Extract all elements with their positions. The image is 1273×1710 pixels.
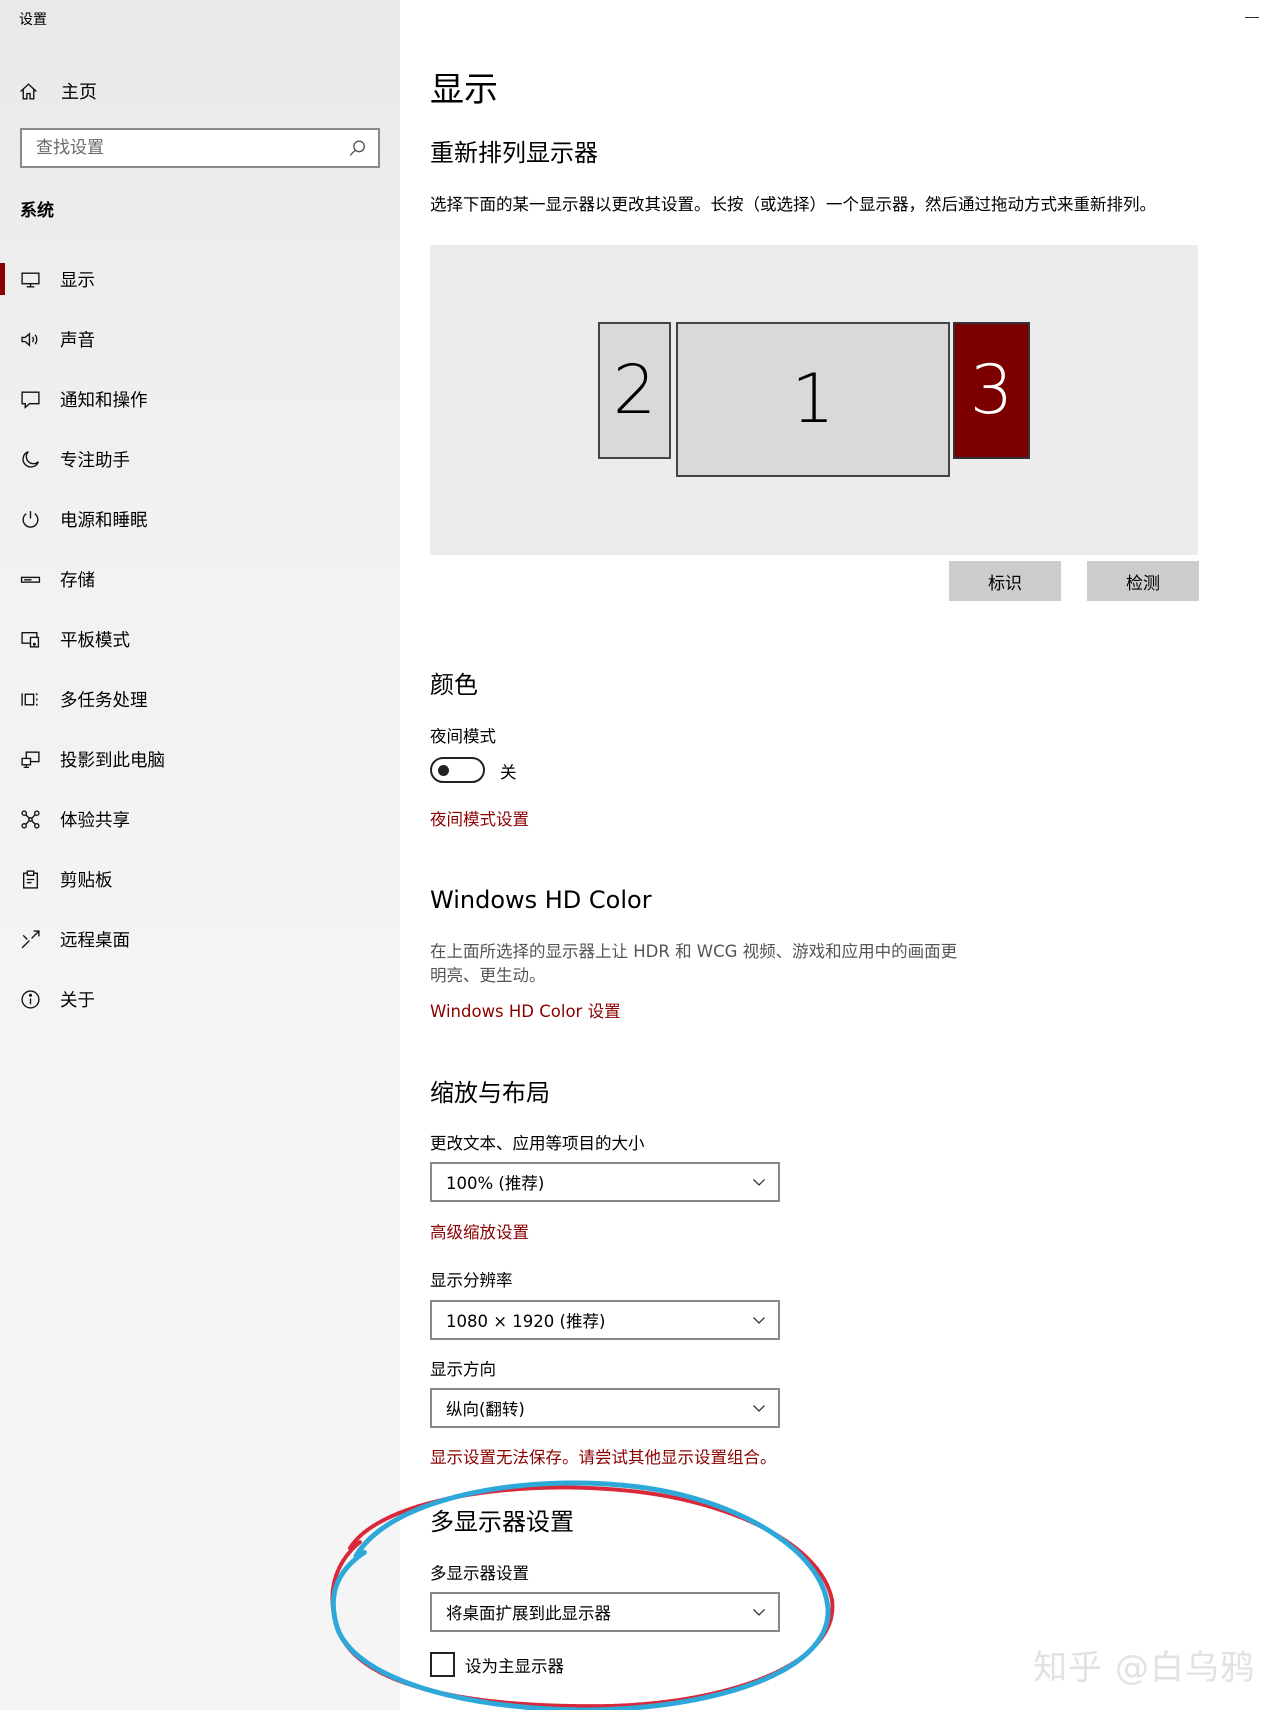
primary-display-checkbox[interactable]: [430, 1652, 455, 1677]
sidebar-item-remote-desktop[interactable]: 远程桌面: [0, 909, 400, 969]
arrange-heading: 重新排列显示器: [430, 139, 598, 167]
main-content: 显示 重新排列显示器 选择下面的某一显示器以更改其设置。长按（或选择）一个显示器…: [400, 0, 1273, 1710]
sidebar-item-label: 体验共享: [60, 810, 130, 831]
text-size-select[interactable]: 100% (推荐): [430, 1162, 780, 1202]
sidebar-item-display[interactable]: 显示: [0, 249, 400, 309]
sidebar-item-label: 多任务处理: [60, 690, 148, 711]
multi-display-value: 将桌面扩展到此显示器: [446, 1604, 611, 1623]
project-icon: [20, 749, 41, 770]
monitor-3[interactable]: 3: [953, 322, 1030, 459]
multitask-icon: [20, 689, 41, 710]
sidebar-item-about[interactable]: 关于: [0, 969, 400, 1029]
share-icon: [20, 809, 41, 830]
sidebar-home[interactable]: 主页: [18, 76, 97, 106]
sidebar-item-label: 关于: [60, 990, 95, 1011]
window-title: 设置: [19, 12, 47, 28]
identify-button[interactable]: 标识: [949, 561, 1061, 601]
watermark: 知乎 @白乌鸦: [1033, 1648, 1255, 1688]
multi-display-select[interactable]: 将桌面扩展到此显示器: [430, 1592, 780, 1632]
sidebar-nav: 显示 声音 通知和操作 专注助手 电源和睡眠 存储 平板模式 多任务处理 投影到…: [0, 249, 400, 1029]
speaker-icon: [20, 329, 41, 350]
sidebar-item-label: 电源和睡眠: [60, 510, 148, 531]
detect-button[interactable]: 检测: [1087, 561, 1199, 601]
sidebar-item-tablet[interactable]: 平板模式: [0, 609, 400, 669]
storage-icon: [20, 569, 41, 590]
hd-color-settings-link[interactable]: Windows HD Color 设置: [430, 998, 621, 1022]
color-heading: 颜色: [430, 671, 478, 699]
tablet-icon: [20, 629, 41, 650]
night-mode-toggle[interactable]: [430, 757, 485, 783]
chevron-down-icon: [753, 1609, 765, 1616]
text-size-value: 100% (推荐): [446, 1174, 545, 1193]
orientation-select[interactable]: 纵向(翻转): [430, 1388, 780, 1428]
power-icon: [20, 509, 41, 530]
sidebar-item-label: 投影到此电脑: [60, 750, 165, 771]
search-box[interactable]: [20, 128, 380, 168]
home-icon: [18, 81, 39, 102]
remote-icon: [20, 929, 41, 950]
info-icon: [20, 989, 41, 1010]
advanced-scaling-link[interactable]: 高级缩放设置: [430, 1219, 529, 1243]
monitor-arrangement[interactable]: 2 1 3: [430, 245, 1198, 555]
sidebar-item-label: 平板模式: [60, 630, 130, 651]
notification-icon: [20, 389, 41, 410]
toggle-knob: [438, 765, 449, 776]
monitor-icon: [20, 269, 41, 290]
orientation-value: 纵向(翻转): [446, 1400, 525, 1419]
home-label: 主页: [61, 82, 97, 103]
sidebar-item-label: 远程桌面: [60, 930, 130, 951]
sidebar-item-focus-assist[interactable]: 专注助手: [0, 429, 400, 489]
primary-display-label: 设为主显示器: [465, 1656, 564, 1676]
sidebar-item-multitasking[interactable]: 多任务处理: [0, 669, 400, 729]
monitor-2[interactable]: 2: [598, 322, 671, 459]
sidebar-item-notifications[interactable]: 通知和操作: [0, 369, 400, 429]
scale-layout-heading: 缩放与布局: [430, 1079, 550, 1107]
display-settings-error: 显示设置无法保存。请尝试其他显示设置组合。: [430, 1448, 777, 1467]
arrange-description: 选择下面的某一显示器以更改其设置。长按（或选择）一个显示器，然后通过拖动方式来重…: [430, 195, 1156, 214]
sidebar-item-label: 剪贴板: [60, 870, 113, 891]
multi-display-label: 多显示器设置: [430, 1564, 529, 1583]
primary-display-row: 设为主显示器: [430, 1652, 564, 1677]
hd-color-description-line1: 在上面所选择的显示器上让 HDR 和 WCG 视频、游戏和应用中的画面更: [430, 942, 958, 961]
sidebar-item-label: 声音: [60, 330, 95, 351]
hd-color-description-line2: 明亮、更生动。: [430, 966, 546, 985]
chevron-down-icon: [753, 1405, 765, 1412]
clipboard-icon: [20, 869, 41, 890]
moon-icon: [20, 449, 41, 470]
multi-display-heading: 多显示器设置: [430, 1508, 574, 1536]
sidebar-item-label: 显示: [60, 270, 95, 291]
resolution-value: 1080 × 1920 (推荐): [446, 1312, 606, 1331]
sidebar: 设置 主页 系统 显示 声音 通知和操作: [0, 0, 400, 1710]
chevron-down-icon: [753, 1317, 765, 1324]
monitor-1[interactable]: 1: [676, 322, 950, 477]
hd-color-heading: Windows HD Color: [430, 886, 652, 914]
sidebar-item-power[interactable]: 电源和睡眠: [0, 489, 400, 549]
sidebar-item-label: 专注助手: [60, 450, 130, 471]
night-mode-label: 夜间模式: [430, 727, 496, 746]
text-size-label: 更改文本、应用等项目的大小: [430, 1134, 645, 1153]
page-title: 显示: [430, 70, 498, 110]
sidebar-item-shared-experiences[interactable]: 体验共享: [0, 789, 400, 849]
sidebar-item-storage[interactable]: 存储: [0, 549, 400, 609]
sidebar-item-project[interactable]: 投影到此电脑: [0, 729, 400, 789]
sidebar-item-clipboard[interactable]: 剪贴板: [0, 849, 400, 909]
section-label-system: 系统: [20, 201, 54, 221]
night-mode-state: 关: [500, 763, 517, 782]
hd-color-description: 在上面所选择的显示器上让 HDR 和 WCG 视频、游戏和应用中的画面更 明亮、…: [430, 940, 1000, 988]
night-mode-settings-link[interactable]: 夜间模式设置: [430, 806, 529, 830]
chevron-down-icon: [753, 1179, 765, 1186]
sidebar-item-label: 通知和操作: [60, 390, 148, 411]
orientation-label: 显示方向: [430, 1360, 496, 1379]
minimize-icon[interactable]: [1245, 17, 1259, 18]
sidebar-item-label: 存储: [60, 570, 95, 591]
search-input[interactable]: [36, 138, 347, 158]
search-icon[interactable]: [347, 138, 368, 159]
sidebar-item-sound[interactable]: 声音: [0, 309, 400, 369]
resolution-label: 显示分辨率: [430, 1271, 513, 1290]
resolution-select[interactable]: 1080 × 1920 (推荐): [430, 1300, 780, 1340]
